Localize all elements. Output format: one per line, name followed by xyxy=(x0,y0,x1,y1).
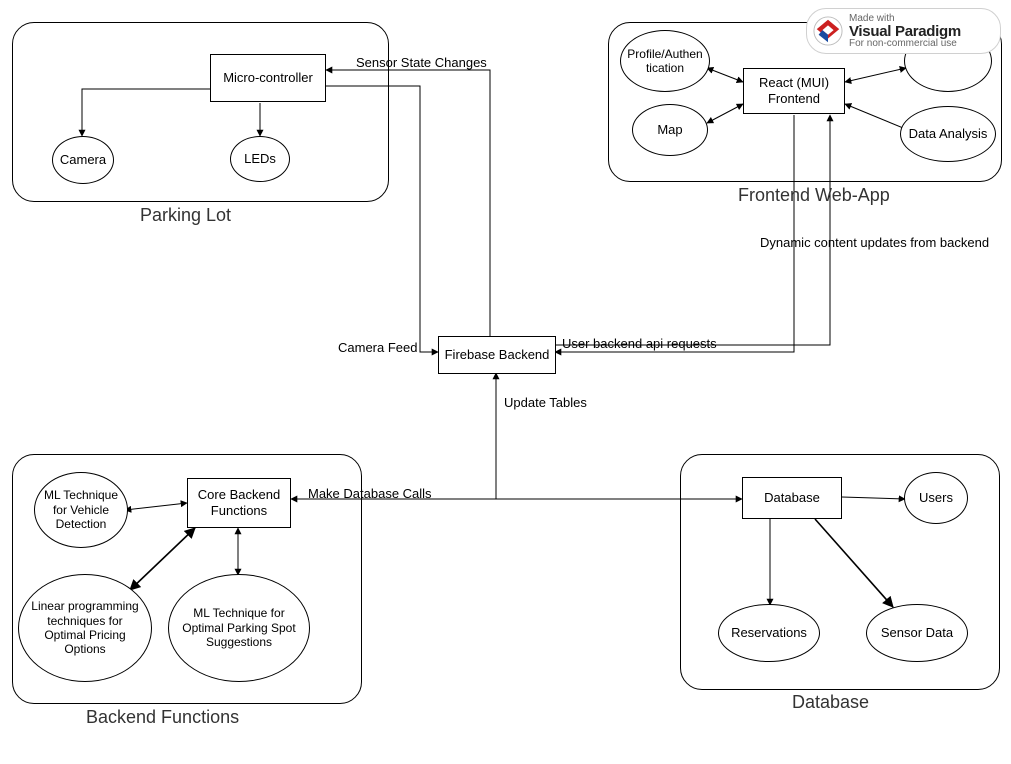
node-microcontroller: Micro-controller xyxy=(210,54,326,102)
node-reservations: Reservations xyxy=(718,604,820,662)
watermark-line1: Made with xyxy=(849,14,961,24)
node-label: ML Technique for Optimal Parking Spot Su… xyxy=(182,606,295,649)
node-label: Data Analysis xyxy=(909,126,988,142)
watermark-title: Visual Paradigm xyxy=(849,24,961,39)
node-label: ML Technique for Vehicle Detection xyxy=(44,488,118,531)
node-core-backend: Core Backend Functions xyxy=(187,478,291,528)
node-profile-auth: Profile/Authen tication xyxy=(620,30,710,92)
group-label-database: Database xyxy=(792,692,869,713)
watermark-badge: Made with Visual Paradigm For non-commer… xyxy=(806,8,1001,54)
group-label-frontend: Frontend Web-App xyxy=(738,185,890,206)
group-label-parking-lot: Parking Lot xyxy=(140,205,231,226)
node-label: Linear programming techniques for Optima… xyxy=(31,599,138,657)
node-label: Map xyxy=(657,122,682,138)
node-label: Reservations xyxy=(731,625,807,641)
node-data-analysis: Data Analysis xyxy=(900,106,996,162)
node-label: React (MUI) Frontend xyxy=(759,75,829,108)
edge-label-db-calls: Make Database Calls xyxy=(308,486,432,501)
node-label: Users xyxy=(919,490,953,506)
node-ml-parking: ML Technique for Optimal Parking Spot Su… xyxy=(168,574,310,682)
node-label: Firebase Backend xyxy=(445,347,550,363)
node-label: Database xyxy=(764,490,820,506)
node-label: Core Backend Functions xyxy=(198,487,280,520)
node-sensor-data: Sensor Data xyxy=(866,604,968,662)
node-label: LEDs xyxy=(244,151,276,167)
edge-label-sensor-state: Sensor State Changes xyxy=(356,55,487,70)
node-firebase: Firebase Backend xyxy=(438,336,556,374)
node-label: Micro-controller xyxy=(223,70,313,86)
watermark-line3: For non-commercial use xyxy=(849,39,961,49)
watermark-text: Made with Visual Paradigm For non-commer… xyxy=(849,14,961,49)
group-label-backend-fn: Backend Functions xyxy=(86,707,239,728)
node-database: Database xyxy=(742,477,842,519)
edge-label-dynamic: Dynamic content updates from backend xyxy=(760,235,989,250)
node-label: Profile/Authen tication xyxy=(627,47,702,76)
node-camera: Camera xyxy=(52,136,114,184)
node-users: Users xyxy=(904,472,968,524)
node-map: Map xyxy=(632,104,708,156)
node-label: Sensor Data xyxy=(881,625,953,641)
node-leds: LEDs xyxy=(230,136,290,182)
edge-label-user-api: User backend api requests xyxy=(562,336,717,351)
edge-label-update-tables: Update Tables xyxy=(504,395,587,410)
node-react-frontend: React (MUI) Frontend xyxy=(743,68,845,114)
diagram-canvas: Parking Lot Micro-controller Camera LEDs… xyxy=(0,0,1011,764)
node-ml-vehicle: ML Technique for Vehicle Detection xyxy=(34,472,128,548)
visual-paradigm-logo-icon xyxy=(813,16,843,46)
node-linear-prog: Linear programming techniques for Optima… xyxy=(18,574,152,682)
edge-label-camera-feed: Camera Feed xyxy=(338,340,417,355)
node-label: Camera xyxy=(60,152,106,168)
